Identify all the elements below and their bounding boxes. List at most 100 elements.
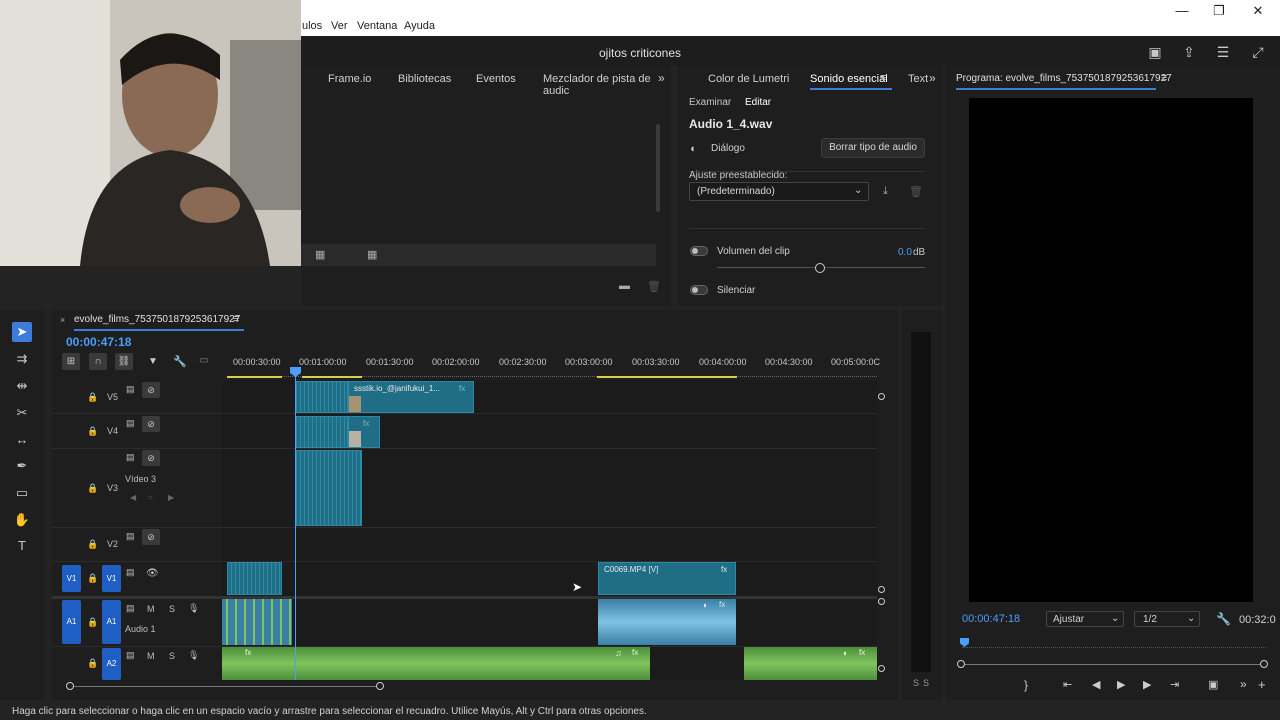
- scrollbar[interactable]: [656, 124, 660, 212]
- solo-meter-right[interactable]: S: [923, 678, 929, 688]
- vertical-zoom-handle[interactable]: [878, 393, 885, 400]
- source-patch-v1[interactable]: V1: [62, 565, 81, 592]
- lock-icon[interactable]: 🔒: [87, 426, 98, 437]
- eye-off-icon[interactable]: ⊘: [142, 416, 160, 432]
- sync-icon[interactable]: ▤: [126, 603, 135, 614]
- timeline-playhead[interactable]: [295, 368, 296, 680]
- clip-v5-cuts[interactable]: [296, 381, 348, 413]
- step-back-icon[interactable]: ◀: [1092, 678, 1100, 691]
- marker-icon[interactable]: ▼: [148, 356, 158, 367]
- menu-item-ventana[interactable]: Ventana: [357, 20, 397, 32]
- lock-icon[interactable]: 🔒: [87, 483, 98, 494]
- mute-track-button[interactable]: M: [147, 604, 155, 614]
- resolution-select[interactable]: 1/2 ⌄: [1134, 611, 1200, 627]
- tabs-overflow-icon[interactable]: »: [929, 71, 936, 85]
- vertical-zoom-handle[interactable]: [878, 598, 885, 605]
- share-icon[interactable]: ⇪: [1180, 44, 1198, 61]
- preset-select[interactable]: (Predeterminado) ⌄: [689, 182, 869, 201]
- calendar-add-icon[interactable]: ▦: [367, 248, 377, 261]
- nest-icon[interactable]: ⊞: [62, 353, 80, 370]
- tab-mezclador[interactable]: Mezclador de pista de audic: [543, 73, 671, 97]
- add-button-icon[interactable]: +: [1258, 677, 1266, 692]
- lock-icon[interactable]: 🔒: [87, 658, 98, 669]
- linked-selection-icon[interactable]: ⛓: [115, 353, 133, 370]
- eye-off-icon[interactable]: ⊘: [142, 529, 160, 545]
- subtab-editar[interactable]: Editar: [745, 97, 771, 108]
- clear-audio-type-button[interactable]: Borrar tipo de audio: [821, 138, 925, 158]
- clip-a1[interactable]: ◖ fx: [598, 599, 736, 645]
- trash-icon[interactable]: 🗑: [647, 280, 661, 293]
- ripple-edit-tool-icon[interactable]: ⇹: [12, 376, 32, 396]
- panel-menu-icon[interactable]: ≡: [1161, 72, 1167, 84]
- zoom-handle-right[interactable]: [376, 682, 384, 690]
- clip-v4-cuts[interactable]: [296, 416, 348, 448]
- add-keyframe-icon[interactable]: ○: [148, 493, 153, 502]
- solo-track-button[interactable]: S: [169, 604, 175, 614]
- lock-icon[interactable]: 🔒: [87, 392, 98, 403]
- prev-keyframe-icon[interactable]: ◀: [130, 493, 136, 502]
- settings-wrench-icon[interactable]: 🔧: [173, 355, 187, 368]
- snap-icon[interactable]: ∩: [89, 353, 107, 370]
- eye-icon[interactable]: 👁: [146, 568, 159, 579]
- track-label-v1[interactable]: V1: [102, 565, 121, 592]
- clip-a2-music[interactable]: fx ♫ fx: [222, 647, 650, 680]
- clip-volume-slider-handle[interactable]: [815, 263, 825, 273]
- menu-item-ver[interactable]: Ver: [331, 20, 348, 32]
- microphone-icon[interactable]: 🎙: [188, 603, 199, 614]
- next-keyframe-icon[interactable]: ▶: [168, 493, 174, 502]
- close-icon[interactable]: ✕: [1248, 3, 1268, 19]
- folder-icon[interactable]: ▬: [619, 280, 630, 292]
- program-timecode[interactable]: 00:00:47:18: [962, 613, 1020, 625]
- fit-select[interactable]: Ajustar ⌄: [1046, 611, 1124, 627]
- timeline-timecode[interactable]: 00:00:47:18: [66, 335, 131, 349]
- track-label-a2[interactable]: A2: [102, 648, 121, 680]
- lock-icon[interactable]: 🔒: [87, 573, 98, 584]
- calendar-icon[interactable]: ▦: [315, 248, 325, 261]
- zoom-handle-left[interactable]: [66, 682, 74, 690]
- close-sequence-icon[interactable]: ×: [60, 315, 65, 325]
- clip-v3[interactable]: [296, 450, 362, 526]
- source-patch-a1[interactable]: A1: [62, 600, 81, 644]
- clip-volume-value[interactable]: 0.0: [898, 247, 912, 258]
- rectangle-tool-icon[interactable]: ▭: [12, 483, 32, 503]
- tabs-overflow-icon[interactable]: »: [658, 71, 665, 85]
- mark-out-icon[interactable]: }: [1024, 678, 1028, 692]
- tab-lumetri[interactable]: Color de Lumetri: [708, 73, 789, 85]
- restore-icon[interactable]: ❐: [1209, 3, 1229, 19]
- sync-icon[interactable]: ▤: [126, 418, 135, 429]
- sync-icon[interactable]: ▤: [126, 384, 135, 395]
- vertical-zoom-handle[interactable]: [878, 665, 885, 672]
- sync-icon[interactable]: ▤: [126, 452, 135, 463]
- notification-icon[interactable]: ▣: [1146, 44, 1164, 61]
- sync-icon[interactable]: ▤: [126, 567, 135, 578]
- mute-toggle[interactable]: [690, 285, 708, 295]
- solo-meter-left[interactable]: S: [913, 678, 919, 688]
- clip-volume-toggle[interactable]: [690, 246, 708, 256]
- go-to-out-icon[interactable]: ⇥: [1170, 678, 1179, 691]
- save-preset-icon[interactable]: ⤓: [883, 185, 888, 198]
- clip-a2-end[interactable]: ◖ fx: [744, 647, 877, 680]
- panel-menu-icon[interactable]: ≡: [233, 313, 239, 325]
- type-tool-icon[interactable]: T: [12, 536, 32, 556]
- track-select-tool-icon[interactable]: ⇉: [12, 349, 32, 369]
- play-icon[interactable]: ▶: [1117, 678, 1125, 691]
- captions-icon[interactable]: ▭: [199, 355, 208, 366]
- minimize-icon[interactable]: —: [1172, 3, 1192, 18]
- track-label-a1[interactable]: A1: [102, 600, 121, 644]
- overflow-icon[interactable]: »: [1240, 677, 1247, 691]
- tab-bibliotecas[interactable]: Bibliotecas: [398, 73, 451, 85]
- tab-frameio[interactable]: Frame.io: [328, 73, 371, 85]
- eye-off-icon[interactable]: ⊘: [142, 382, 160, 398]
- eye-off-icon[interactable]: ⊘: [142, 450, 160, 466]
- slip-tool-icon[interactable]: ↔: [12, 430, 32, 450]
- selection-tool-icon[interactable]: ➤: [12, 322, 32, 342]
- lock-icon[interactable]: 🔒: [87, 617, 98, 628]
- delete-preset-icon[interactable]: 🗑: [909, 185, 923, 198]
- razor-tool-icon[interactable]: ✂: [12, 403, 32, 423]
- horizontal-zoom-scrollbar[interactable]: [70, 686, 383, 687]
- zoom-scrollbar[interactable]: [962, 664, 1264, 665]
- fullscreen-icon[interactable]: ⤢: [1249, 44, 1267, 61]
- go-to-in-icon[interactable]: ⇤: [1063, 678, 1072, 691]
- clip-v4[interactable]: fx: [348, 416, 380, 448]
- zoom-handle-right[interactable]: [1260, 660, 1268, 668]
